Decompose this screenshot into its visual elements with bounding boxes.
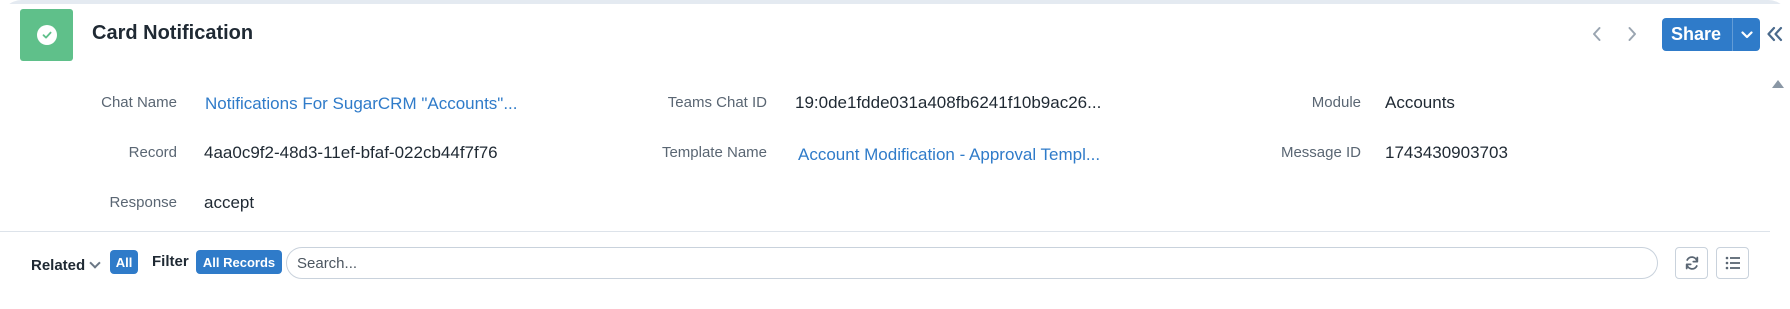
chat-name-link[interactable]: Notifications For SugarCRM "Accounts"... (205, 94, 518, 114)
next-record-button[interactable] (1621, 23, 1643, 45)
share-button-label: Share (1671, 24, 1722, 44)
related-dropdown[interactable]: Related (31, 257, 101, 274)
module-label: Module (1311, 94, 1361, 111)
related-toolbar: Related All Filter All Records (0, 232, 1770, 309)
template-name-link[interactable]: Account Modification - Approval Templ... (798, 145, 1100, 165)
all-records-filter-pill[interactable]: All Records (196, 250, 282, 274)
chevron-down-icon (89, 257, 101, 269)
response-value: accept (204, 193, 255, 212)
scroll-up-arrow-icon[interactable] (1772, 80, 1784, 88)
search-box (286, 247, 1658, 279)
module-icon (20, 9, 73, 61)
teams-chat-id-value: 19:0de1fdde031a408fb6241f10b9ac26... (795, 93, 1102, 112)
template-name-label: Template Name (661, 144, 767, 161)
related-label: Related (31, 257, 86, 274)
message-id-label: Message ID (1280, 144, 1361, 161)
check-circle-icon (36, 25, 57, 45)
chevron-right-icon (1628, 27, 1636, 41)
filter-label: Filter (152, 253, 189, 270)
chevron-left-icon (1593, 27, 1601, 41)
search-input[interactable] (297, 254, 1657, 272)
message-id-value: 1743430903703 (1385, 143, 1508, 162)
chat-name-label: Chat Name (101, 94, 177, 111)
page-title: Card Notification (92, 22, 254, 44)
refresh-icon (1685, 256, 1698, 270)
previous-record-button[interactable] (1586, 23, 1608, 45)
collapse-sidebar-button[interactable] (1764, 22, 1786, 46)
record-view: Card Notification Share Chat Name Notifi… (0, 0, 1790, 309)
double-chevron-left-icon (1767, 26, 1783, 42)
share-button[interactable]: Share (1662, 18, 1760, 51)
module-value: Accounts (1385, 93, 1455, 112)
all-modules-pill[interactable]: All (110, 250, 138, 274)
refresh-button[interactable] (1675, 247, 1708, 279)
record-header: Card Notification Share (0, 0, 1790, 70)
teams-chat-id-label: Teams Chat ID (667, 94, 767, 111)
list-icon (1725, 256, 1740, 270)
record-label: Record (128, 144, 177, 161)
list-view-button[interactable] (1716, 247, 1749, 279)
share-dropdown-toggle[interactable] (1732, 18, 1760, 51)
record-value: 4aa0c9f2-48d3-11ef-bfaf-022cb44f7f76 (204, 143, 498, 162)
chevron-down-icon (1740, 30, 1753, 38)
response-label: Response (109, 194, 177, 211)
